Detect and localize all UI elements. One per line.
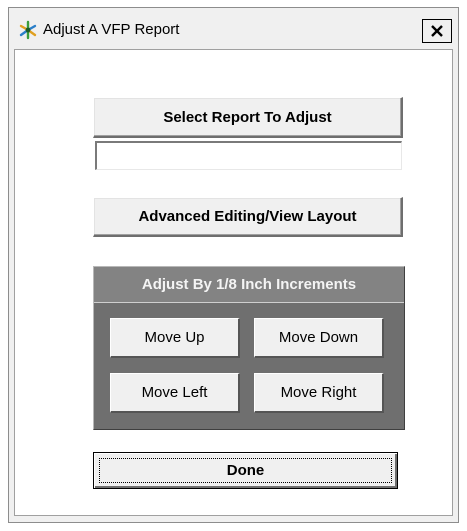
adjust-increments-group: Adjust By 1/8 Inch Increments Move Up Mo… — [93, 266, 405, 430]
advanced-editing-button[interactable]: Advanced Editing/View Layout — [93, 197, 403, 237]
dialog-client-area: Select Report To Adjust Advanced Editing… — [14, 49, 453, 516]
title-bar[interactable]: Adjust A VFP Report — [9, 8, 458, 48]
report-path-field[interactable] — [95, 141, 402, 170]
adjust-group-header: Adjust By 1/8 Inch Increments — [94, 267, 404, 303]
close-icon — [431, 25, 443, 37]
move-right-button[interactable]: Move Right — [254, 373, 384, 413]
vfp-app-icon — [18, 20, 38, 40]
move-down-button[interactable]: Move Down — [254, 318, 384, 358]
window-title: Adjust A VFP Report — [43, 21, 180, 38]
move-left-button[interactable]: Move Left — [110, 373, 240, 413]
dialog-window: Adjust A VFP Report Select Report To Adj… — [8, 7, 459, 523]
move-up-button[interactable]: Move Up — [110, 318, 240, 358]
done-button[interactable]: Done — [93, 452, 398, 489]
close-button[interactable] — [422, 19, 452, 43]
done-button-label: Done — [226, 462, 265, 479]
select-report-button[interactable]: Select Report To Adjust — [93, 97, 403, 138]
